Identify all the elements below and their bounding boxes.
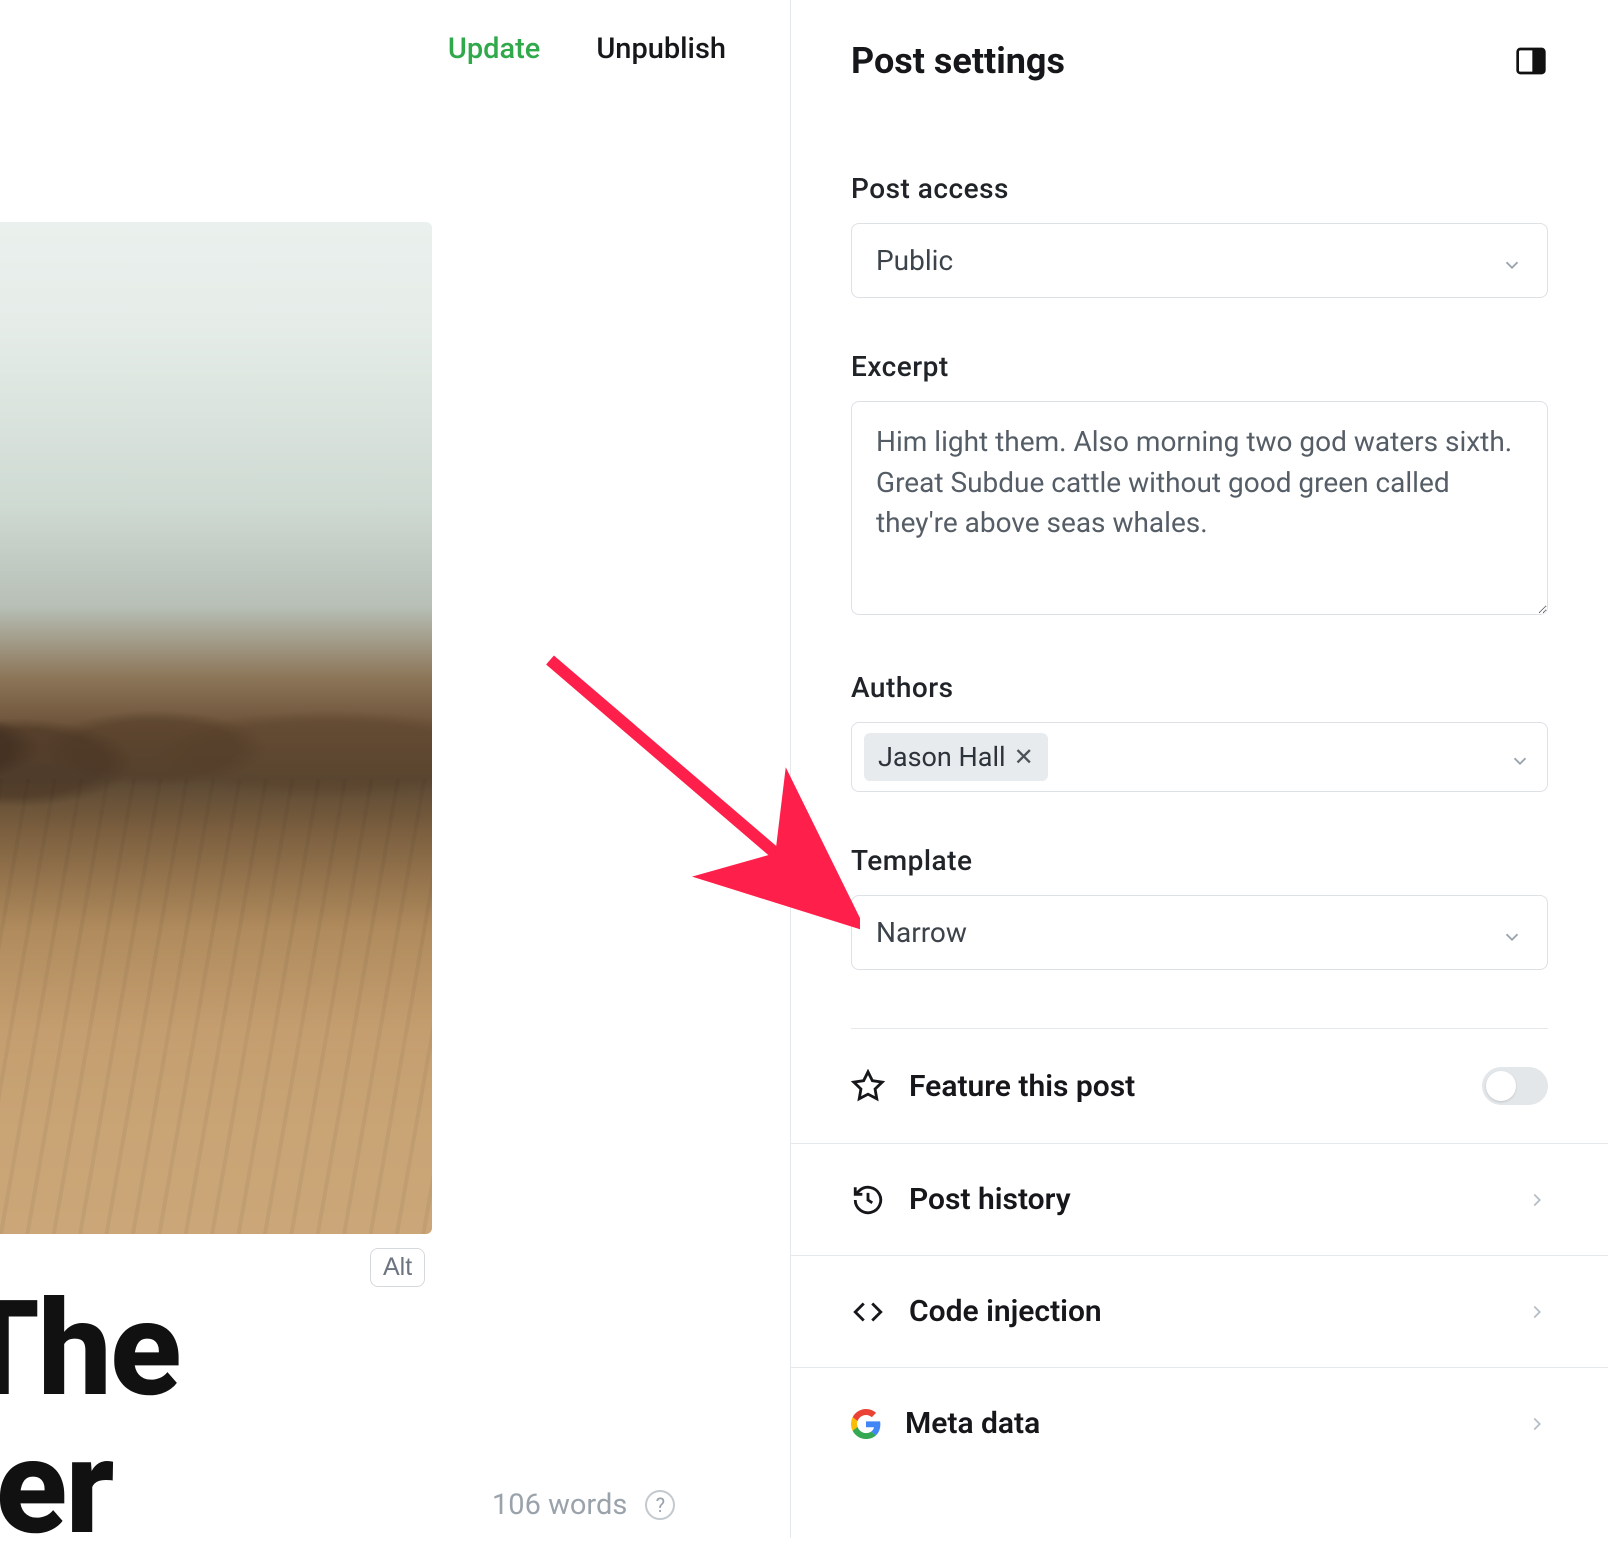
excerpt-field: Excerpt — [851, 350, 1548, 619]
sidebar-toggle-icon[interactable] — [1514, 44, 1548, 78]
remove-author-icon[interactable]: ✕ — [1014, 745, 1034, 769]
post-history-row[interactable]: Post history — [791, 1144, 1608, 1256]
chevron-right-icon — [1526, 1301, 1548, 1323]
post-access-value: Public — [876, 244, 953, 277]
meta-data-label: Meta data — [905, 1406, 1040, 1441]
help-icon[interactable]: ? — [645, 1490, 675, 1520]
authors-label: Authors — [851, 671, 1548, 704]
author-tag: Jason Hall ✕ — [864, 733, 1048, 781]
feature-post-row[interactable]: Feature this post — [791, 1029, 1608, 1144]
post-title[interactable]: fe: The agger — [0, 1281, 180, 1558]
alt-text-button[interactable]: Alt — [370, 1248, 425, 1287]
chevron-down-icon — [1501, 922, 1523, 944]
meta-data-row[interactable]: Meta data — [791, 1368, 1608, 1479]
template-value: Narrow — [876, 916, 967, 949]
google-icon — [851, 1409, 881, 1439]
excerpt-label: Excerpt — [851, 350, 1548, 383]
chevron-down-icon — [1509, 746, 1531, 768]
panel-header: Post settings — [791, 0, 1608, 92]
template-field: Template Narrow — [851, 844, 1548, 970]
code-icon — [851, 1295, 885, 1329]
chevron-down-icon — [1501, 250, 1523, 272]
star-icon — [851, 1069, 885, 1103]
editor-top-actions: Update Unpublish — [0, 32, 790, 66]
update-button[interactable]: Update — [448, 32, 540, 66]
chevron-right-icon — [1526, 1413, 1548, 1435]
unpublish-button[interactable]: Unpublish — [596, 32, 726, 66]
history-icon — [851, 1183, 885, 1217]
authors-input[interactable]: Jason Hall ✕ — [851, 722, 1548, 792]
code-injection-label: Code injection — [909, 1294, 1102, 1329]
post-access-select[interactable]: Public — [851, 223, 1548, 298]
template-label: Template — [851, 844, 1548, 877]
excerpt-textarea[interactable] — [851, 401, 1548, 615]
panel-title: Post settings — [851, 40, 1065, 82]
code-injection-row[interactable]: Code injection — [791, 1256, 1608, 1368]
feature-post-toggle[interactable] — [1482, 1067, 1548, 1105]
author-tag-name: Jason Hall — [878, 741, 1006, 773]
feature-post-label: Feature this post — [909, 1069, 1135, 1104]
post-history-label: Post history — [909, 1182, 1071, 1217]
post-settings-panel: Post settings Post access Public Excerpt… — [790, 0, 1608, 1538]
word-count: 106 words ? — [492, 1488, 675, 1522]
template-select[interactable]: Narrow — [851, 895, 1548, 970]
chevron-right-icon — [1526, 1189, 1548, 1211]
post-access-label: Post access — [851, 172, 1548, 205]
feature-image[interactable] — [0, 222, 432, 1234]
editor-pane: Update Unpublish Alt fe: The agger 106 w… — [0, 0, 790, 1538]
panel-body: Post access Public Excerpt Authors Jason… — [791, 92, 1608, 1029]
post-access-field: Post access Public — [851, 172, 1548, 298]
word-count-label: 106 words — [492, 1488, 627, 1522]
authors-field: Authors Jason Hall ✕ — [851, 671, 1548, 792]
